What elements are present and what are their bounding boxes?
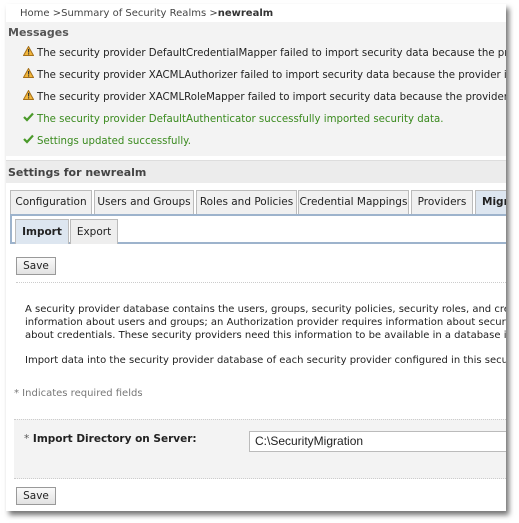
check-icon: [22, 134, 34, 147]
tab-migration[interactable]: Migration: [475, 190, 506, 214]
subtab-export[interactable]: Export: [70, 219, 118, 244]
tab-credential-mappings[interactable]: Credential Mappings: [298, 190, 409, 214]
check-icon: [22, 112, 34, 125]
required-fields-note: * Indicates required fields: [14, 388, 143, 399]
import-directory-label-text: Import Directory on Server:: [32, 433, 197, 445]
breadcrumb-realms[interactable]: Summary of Security Realms: [61, 8, 206, 19]
warning-icon: [22, 45, 34, 59]
warning-icon: [22, 67, 34, 81]
breadcrumb-home[interactable]: Home: [20, 8, 50, 19]
tab-users-and-groups[interactable]: Users and Groups: [94, 190, 194, 214]
breadcrumb: Home >Summary of Security Realms >newrea…: [20, 8, 273, 19]
import-form: * Import Directory on Server: C:\Securit…: [14, 419, 506, 479]
message-text: The security provider DefaultCredentialM…: [37, 48, 506, 59]
message-item: The security provider XACMLAuthorizer fa…: [22, 67, 506, 81]
description-line: Import data into the security provider d…: [25, 355, 506, 366]
warning-icon: [22, 89, 34, 103]
tab-roles-and-policies[interactable]: Roles and Policies: [196, 190, 297, 214]
description-line: A security provider database contains th…: [25, 304, 506, 315]
import-directory-input[interactable]: C:\SecurityMigration: [249, 431, 506, 452]
required-mark: *: [24, 433, 30, 445]
subtab-import[interactable]: Import: [15, 219, 69, 244]
message-item: The security provider DefaultCredentialM…: [22, 45, 506, 59]
breadcrumb-separator: >: [206, 8, 218, 19]
message-text: The security provider XACMLRoleMapper fa…: [37, 92, 506, 103]
message-item: The security provider XACMLRoleMapper fa…: [22, 89, 506, 103]
tab-configuration[interactable]: Configuration: [10, 190, 92, 214]
settings-header: Settings for newrealm: [6, 160, 506, 183]
divider: [16, 282, 506, 283]
tab-providers[interactable]: Providers: [411, 190, 473, 214]
message-item: Settings updated successfully.: [22, 134, 191, 147]
breadcrumb-separator: >: [49, 8, 62, 19]
import-directory-label: * Import Directory on Server:: [24, 433, 197, 445]
message-text: Settings updated successfully.: [37, 136, 191, 147]
message-text: The security provider DefaultAuthenticat…: [37, 114, 444, 125]
save-button-bottom[interactable]: Save: [16, 487, 56, 505]
message-text: The security provider XACMLAuthorizer fa…: [37, 70, 506, 81]
description-line: information about users and groups; an A…: [25, 317, 506, 328]
content-panel: Home >Summary of Security Realms >newrea…: [6, 4, 506, 511]
messages-title: Messages: [8, 26, 69, 39]
settings-title: Settings for newrealm: [8, 166, 147, 179]
message-item: The security provider DefaultAuthenticat…: [22, 112, 443, 125]
save-button[interactable]: Save: [16, 257, 56, 275]
description-line: about credentials. These security provid…: [25, 330, 506, 341]
messages-panel: Messages The security provider DefaultCr…: [6, 22, 506, 156]
breadcrumb-current: newrealm: [217, 8, 274, 19]
